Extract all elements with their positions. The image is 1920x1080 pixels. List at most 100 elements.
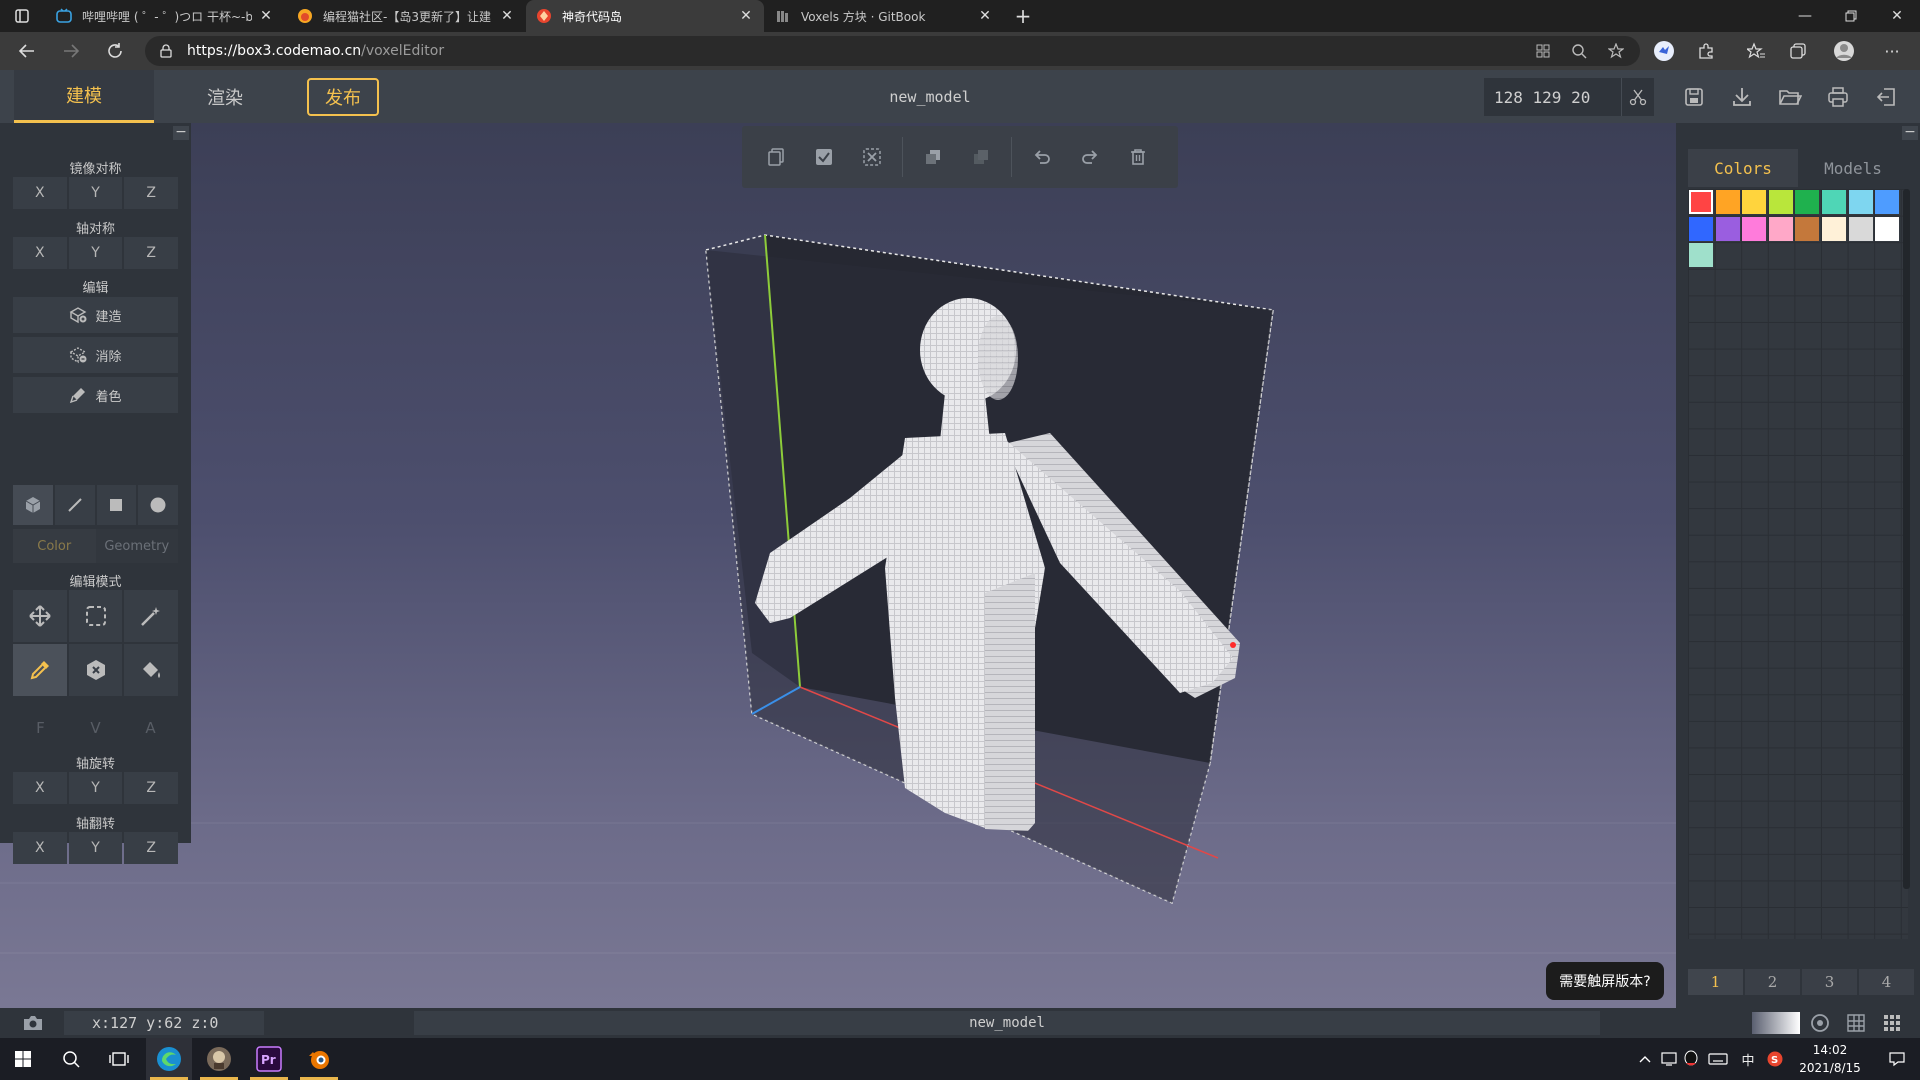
redo-icon[interactable]: [1066, 133, 1114, 181]
sphere-brush-button[interactable]: [138, 485, 178, 525]
magic-wand-button[interactable]: [124, 590, 179, 642]
color-swatch[interactable]: [1715, 216, 1740, 241]
camera-icon[interactable]: [18, 1012, 48, 1034]
puzzle-icon[interactable]: [1694, 39, 1718, 63]
tab-actions-icon[interactable]: [0, 0, 44, 32]
grid-dense-icon[interactable]: [1880, 1012, 1904, 1034]
f-mode-button[interactable]: F: [13, 713, 68, 743]
flip-x-button[interactable]: X: [13, 832, 67, 864]
minimize-icon[interactable]: —: [1782, 0, 1828, 32]
color-swatch[interactable]: [1768, 190, 1793, 214]
paint-button[interactable]: 着色: [13, 377, 178, 413]
fill-bucket-button[interactable]: [124, 644, 179, 696]
marquee-select-button[interactable]: [68, 590, 123, 642]
3d-viewport[interactable]: [0, 123, 1920, 1008]
close-icon[interactable]: ✕: [258, 8, 274, 24]
flip-y-button[interactable]: Y: [68, 832, 123, 864]
profile-avatar[interactable]: [1832, 39, 1856, 63]
system-clock[interactable]: 14:02 2021/8/15: [1780, 1041, 1880, 1077]
a-mode-button[interactable]: A: [123, 713, 178, 743]
color-swatch[interactable]: [1768, 216, 1793, 241]
select-all-icon[interactable]: [800, 133, 848, 181]
close-icon[interactable]: ✕: [977, 8, 993, 24]
download-icon[interactable]: [1728, 83, 1756, 111]
mirror-z-button[interactable]: Z: [124, 177, 179, 209]
merge-icon[interactable]: [957, 133, 1005, 181]
palette-scrollbar[interactable]: [1903, 189, 1910, 889]
keyboard-icon[interactable]: [1704, 1038, 1732, 1080]
qq-icon[interactable]: [1680, 1038, 1702, 1080]
duplicate-icon[interactable]: [909, 133, 957, 181]
collapse-panel-button[interactable]: −: [173, 125, 189, 140]
more-icon[interactable]: ···: [1880, 39, 1904, 63]
print-icon[interactable]: [1824, 83, 1852, 111]
tab-gitbook[interactable]: Voxels 方块 · GitBook ✕: [765, 0, 1003, 32]
color-swatch[interactable]: [1689, 243, 1713, 268]
refresh-icon[interactable]: [100, 36, 130, 66]
tab-codemao-community[interactable]: 编程猫社区-【岛3更新了】让建 ✕: [287, 0, 525, 32]
rotate-z-button[interactable]: Z: [124, 772, 179, 804]
deselect-icon[interactable]: [848, 133, 896, 181]
favorite-add-icon[interactable]: [1604, 39, 1628, 63]
forward-icon[interactable]: [56, 36, 86, 66]
favorites-icon[interactable]: [1744, 39, 1768, 63]
move-tool-button[interactable]: [13, 590, 67, 642]
color-swatch[interactable]: [1848, 190, 1873, 214]
collections-icon[interactable]: [1786, 39, 1810, 63]
rotate-y-button[interactable]: Y: [68, 772, 123, 804]
search-icon[interactable]: [48, 1038, 94, 1080]
color-tab[interactable]: Color: [13, 529, 96, 563]
tray-expand-icon[interactable]: [1634, 1038, 1656, 1080]
color-swatch[interactable]: [1848, 216, 1873, 241]
extension-icon[interactable]: [1652, 39, 1676, 63]
mirror-y-button[interactable]: Y: [68, 177, 123, 209]
delete-icon[interactable]: [1114, 133, 1162, 181]
close-icon[interactable]: ✕: [499, 8, 515, 24]
voxel-scene[interactable]: [0, 123, 1920, 1008]
box-brush-button[interactable]: [96, 485, 137, 525]
color-swatch[interactable]: [1822, 190, 1846, 214]
app-available-icon[interactable]: [1531, 39, 1555, 63]
publish-button[interactable]: 发布: [307, 78, 379, 116]
page-4-button[interactable]: 4: [1859, 969, 1914, 995]
v-mode-button[interactable]: V: [68, 713, 123, 743]
tab-bilibili[interactable]: 哔哩哔哩 ( ゜- ゜)つロ 干杯~-bili ✕: [46, 0, 284, 32]
mirror-x-button[interactable]: X: [13, 177, 67, 209]
color-swatch[interactable]: [1795, 190, 1820, 214]
remove-tool-button[interactable]: [68, 644, 123, 696]
axis-sym-y-button[interactable]: Y: [68, 237, 123, 269]
back-icon[interactable]: [12, 36, 42, 66]
color-swatch[interactable]: [1689, 190, 1713, 214]
close-icon[interactable]: ✕: [738, 8, 754, 24]
color-swatch[interactable]: [1795, 216, 1820, 241]
rotate-x-button[interactable]: X: [13, 772, 67, 804]
touch-version-tooltip[interactable]: 需要触屏版本?: [1546, 962, 1664, 1000]
window-close-icon[interactable]: ✕: [1874, 0, 1920, 32]
save-icon[interactable]: [1680, 83, 1708, 111]
start-icon[interactable]: [0, 1038, 46, 1080]
new-tab-icon[interactable]: +: [1005, 0, 1041, 32]
exit-icon[interactable]: [1872, 83, 1900, 111]
game-app-icon[interactable]: [196, 1038, 242, 1080]
url-field[interactable]: https://box3.codemao.cn/voxelEditor: [145, 36, 1640, 66]
collapse-panel-button[interactable]: −: [1902, 125, 1918, 140]
zoom-icon[interactable]: [1567, 39, 1591, 63]
scissors-icon[interactable]: [1621, 78, 1654, 116]
line-brush-button[interactable]: [54, 485, 95, 525]
task-view-icon[interactable]: [96, 1038, 142, 1080]
premiere-app-icon[interactable]: Pr: [246, 1038, 292, 1080]
tab-box3[interactable]: 神奇代码岛 ✕: [526, 0, 764, 32]
color-swatch[interactable]: [1875, 190, 1900, 214]
build-button[interactable]: 建造: [13, 297, 178, 333]
tab-build[interactable]: 建模: [14, 70, 154, 123]
page-2-button[interactable]: 2: [1745, 969, 1800, 995]
voxel-brush-button[interactable]: [13, 485, 53, 525]
tab-render[interactable]: 渲染: [160, 70, 290, 123]
grid-icon[interactable]: [1844, 1012, 1868, 1034]
color-swatch[interactable]: [1875, 216, 1900, 241]
notifications-icon[interactable]: [1880, 1038, 1914, 1080]
ime-indicator[interactable]: 中: [1734, 1038, 1762, 1080]
tab-colors[interactable]: Colors: [1688, 149, 1798, 187]
axis-sym-z-button[interactable]: Z: [124, 237, 179, 269]
color-swatch[interactable]: [1689, 216, 1713, 241]
